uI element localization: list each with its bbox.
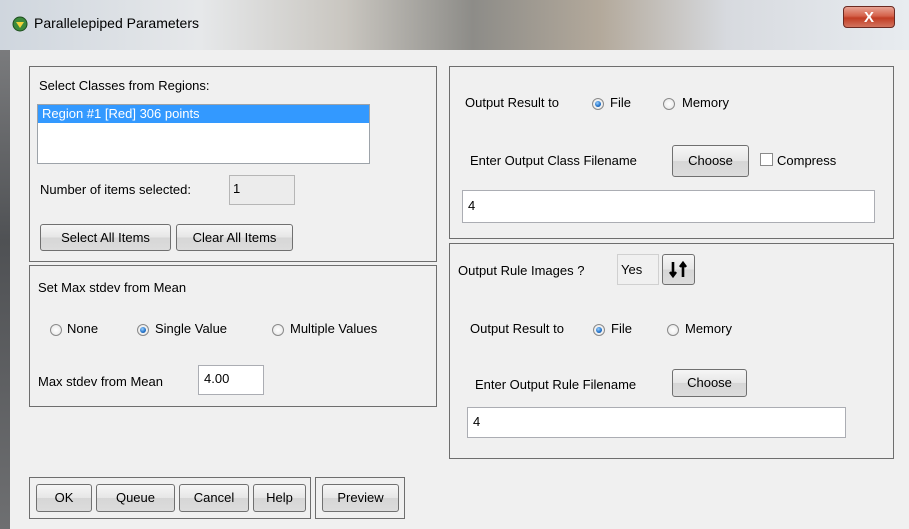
output-class-filename-label: Enter Output Class Filename [470, 153, 637, 168]
compress-checkbox[interactable] [760, 153, 773, 166]
output-class-memory-radio[interactable] [663, 98, 675, 110]
radio-single-value-label[interactable]: Single Value [155, 321, 227, 336]
output-class-memory-label[interactable]: Memory [682, 95, 729, 110]
cancel-button[interactable]: Cancel [179, 484, 249, 512]
output-rule-choose-button[interactable]: Choose [672, 369, 747, 397]
classes-label: Select Classes from Regions: [39, 78, 210, 93]
ok-button[interactable]: OK [36, 484, 92, 512]
output-class-filename-input[interactable]: 4 [462, 190, 875, 223]
clear-all-button[interactable]: Clear All Items [176, 224, 293, 251]
stdev-value-label: Max stdev from Mean [38, 374, 163, 389]
radio-none[interactable] [50, 324, 62, 336]
output-rule-images-value: Yes [617, 254, 659, 285]
stdev-title: Set Max stdev from Mean [38, 280, 187, 295]
radio-multiple-values-label[interactable]: Multiple Values [290, 321, 377, 336]
output-rule-filename-label: Enter Output Rule Filename [475, 377, 637, 392]
output-rule-memory-radio[interactable] [667, 324, 679, 336]
compress-label[interactable]: Compress [777, 153, 836, 168]
list-item[interactable]: Region #1 [Red] 306 points [38, 105, 369, 123]
output-class-file-label[interactable]: File [610, 95, 631, 110]
window-title: Parallelepiped Parameters [34, 15, 199, 31]
output-rule-images-label: Output Rule Images ? [458, 263, 585, 278]
app-icon [12, 16, 28, 32]
radio-single-value[interactable] [137, 324, 149, 336]
preview-button[interactable]: Preview [322, 484, 399, 512]
output-rule-result-label: Output Result to [470, 321, 564, 336]
help-button[interactable]: Help [253, 484, 306, 512]
output-rule-memory-label[interactable]: Memory [685, 321, 732, 336]
output-class-result-label: Output Result to [465, 95, 559, 110]
sort-arrows-icon [668, 260, 687, 279]
output-class-choose-button[interactable]: Choose [672, 145, 749, 177]
radio-none-label[interactable]: None [67, 321, 98, 336]
items-selected-count: 1 [229, 175, 295, 205]
output-rule-images-toggle[interactable] [662, 254, 695, 285]
output-rule-filename-input[interactable]: 4 [467, 407, 846, 438]
queue-button[interactable]: Queue [96, 484, 175, 512]
window-left-edge [0, 50, 10, 529]
stdev-value-input[interactable]: 4.00 [198, 365, 264, 395]
close-button[interactable]: X [843, 6, 895, 28]
output-rule-file-radio[interactable] [593, 324, 605, 336]
items-selected-label: Number of items selected: [40, 182, 192, 197]
output-rule-file-label[interactable]: File [611, 321, 632, 336]
regions-listbox[interactable]: Region #1 [Red] 306 points [37, 104, 370, 164]
select-all-button[interactable]: Select All Items [40, 224, 171, 251]
radio-multiple-values[interactable] [272, 324, 284, 336]
output-class-file-radio[interactable] [592, 98, 604, 110]
